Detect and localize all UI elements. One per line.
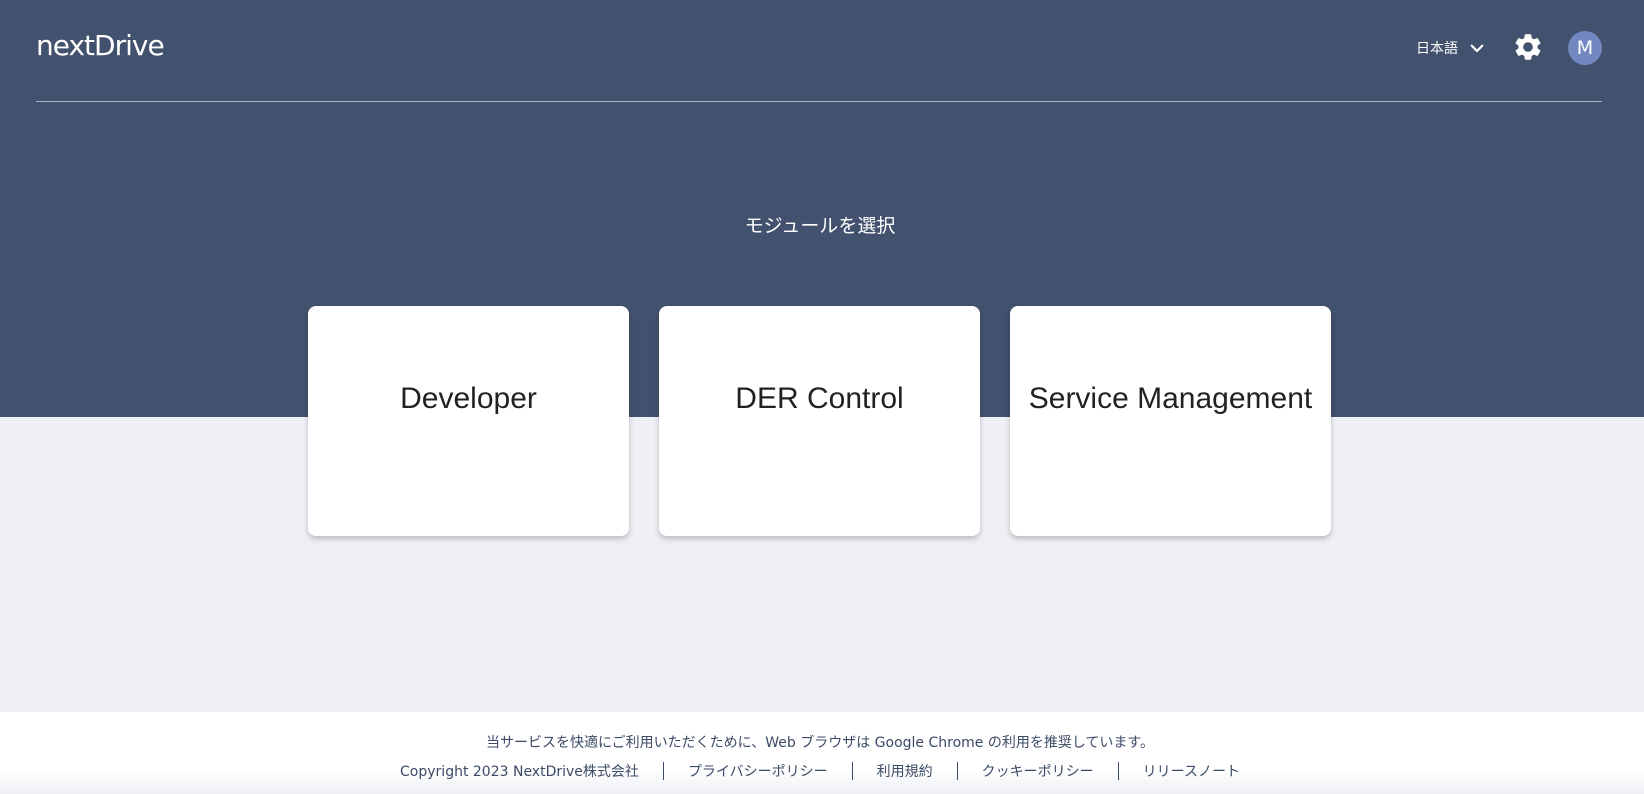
release-notes-link[interactable]: リリースノート [1143, 761, 1240, 781]
language-label: 日本語 [1416, 41, 1458, 57]
privacy-policy-link[interactable]: プライバシーポリシー [688, 761, 828, 781]
divider [956, 762, 958, 780]
module-card-label: DER Control [735, 382, 904, 415]
footer-links: Copyright 2023 NextDrive株式会社 プライバシーポリシー … [0, 761, 1640, 781]
module-card-label: Service Management [1028, 382, 1313, 415]
nextdrive-logo[interactable]: nextDrive [36, 29, 165, 62]
cookie-policy-link[interactable]: クッキーポリシー [982, 761, 1094, 781]
module-card-der-control[interactable]: DER Control [659, 306, 980, 536]
chevron-down-icon [1470, 44, 1484, 53]
footer: 当サービスを快適にご利用いただくために、Web ブラウザは Google Chr… [0, 712, 1644, 794]
module-card-label: Developer [400, 382, 537, 415]
divider [851, 762, 853, 780]
page-title: モジュールを選択 [744, 215, 896, 237]
divider [662, 762, 664, 780]
module-card-developer[interactable]: Developer [308, 306, 629, 536]
top-header: nextDrive 日本語 M [36, 0, 1602, 102]
language-selector[interactable]: 日本語 [1416, 38, 1486, 58]
user-avatar[interactable]: M [1568, 31, 1602, 65]
divider [1117, 762, 1119, 780]
module-cards: Developer DER Control Service Management [308, 306, 1331, 536]
copyright-text: Copyright 2023 NextDrive株式会社 [400, 764, 639, 780]
browser-notice: 当サービスを快適にご利用いただくために、Web ブラウザは Google Chr… [485, 735, 1155, 751]
page: nextDrive 日本語 M モジュールを選択 Developer DER C… [0, 0, 1644, 794]
module-card-service-management[interactable]: Service Management [1010, 306, 1331, 536]
gear-icon[interactable] [1512, 31, 1544, 63]
terms-of-use-link[interactable]: 利用規約 [877, 761, 933, 781]
